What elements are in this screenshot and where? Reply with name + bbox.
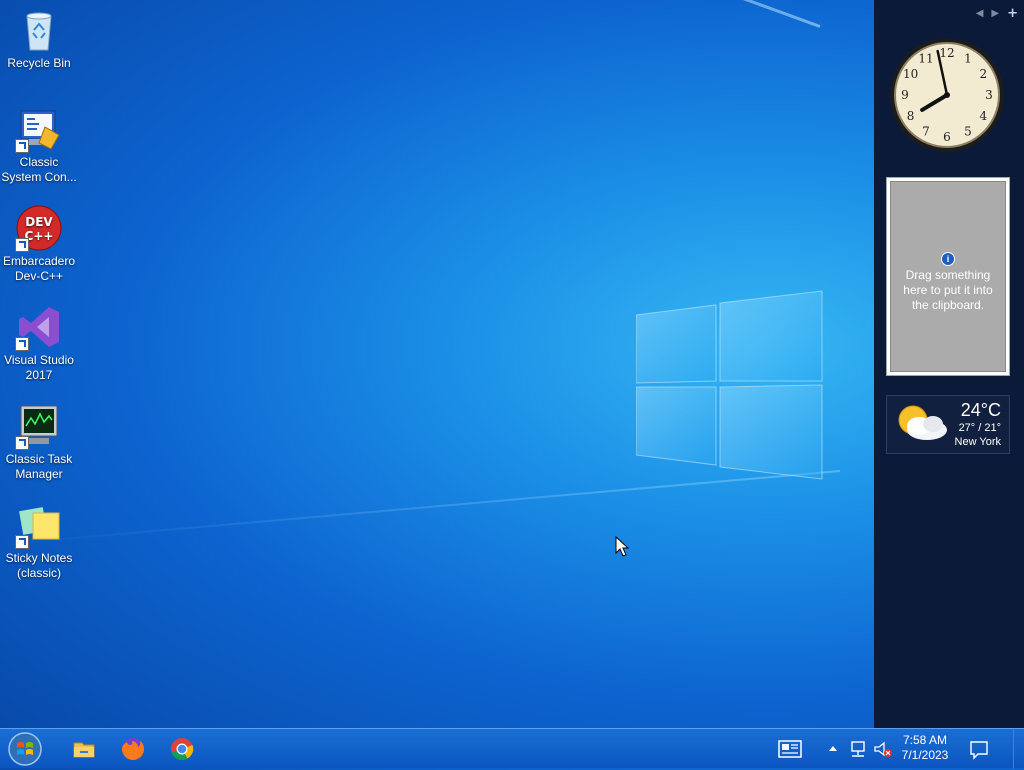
show-desktop-button[interactable] [1013, 729, 1024, 769]
desktop-icon-label: Recycle Bin [7, 56, 71, 70]
clock-numeral: 8 [907, 109, 915, 123]
news-icon[interactable] [776, 737, 804, 761]
clock-numeral: 6 [943, 130, 951, 144]
chrome-icon[interactable] [166, 733, 198, 765]
shortcut-arrow-icon [15, 535, 29, 549]
task-manager-icon [15, 402, 63, 450]
clock-numeral: 9 [901, 88, 909, 102]
clock-gadget[interactable]: 1 2 3 4 5 6 7 8 9 10 11 12 [888, 36, 1006, 154]
desktop-icon-label: Visual Studio 2017 [4, 353, 74, 382]
sidebar-add-gadget-button[interactable]: + [1007, 6, 1018, 21]
weather-temperature: 24°C [960, 400, 1001, 420]
desktop-icon-devcpp[interactable]: DEV C++ Embarcadero Dev-C++ [0, 198, 78, 284]
clock-numeral: 5 [964, 124, 972, 138]
svg-text:DEV: DEV [25, 215, 53, 229]
clipboard-message: Drag something here to put it into the c… [903, 268, 993, 312]
shortcut-arrow-icon [15, 436, 29, 450]
clock-numeral: 1 [964, 52, 972, 66]
desktop-icon-sticky-notes[interactable]: Sticky Notes (classic) [0, 495, 78, 581]
clock-numeral: 4 [980, 109, 988, 123]
wallpaper-light-beam [3, 470, 841, 546]
show-hidden-icons-icon[interactable] [826, 741, 840, 757]
clock-numeral: 2 [980, 67, 988, 81]
weather-city: New York [954, 436, 1001, 448]
shortcut-arrow-icon [15, 238, 29, 252]
partly-cloudy-icon [891, 400, 951, 448]
sticky-notes-icon [15, 501, 63, 549]
taskbar-clock[interactable]: 7:58 AM 7/1/2023 [896, 733, 954, 763]
action-center-icon[interactable] [968, 738, 990, 760]
recycle-bin-icon [15, 6, 63, 54]
desktop-icon-visual-studio[interactable]: Visual Studio 2017 [0, 297, 78, 383]
clock-numeral: 10 [903, 67, 918, 81]
volume-muted-icon[interactable] [872, 739, 894, 759]
desktop-icon-recycle-bin[interactable]: Recycle Bin [0, 0, 78, 71]
clock-numeral: 7 [922, 124, 930, 138]
desktop-icon-label: Classic System Con... [1, 155, 77, 184]
sidebar-controls: ◀ ▶ + [976, 6, 1018, 21]
file-explorer-icon[interactable] [68, 733, 100, 765]
start-button[interactable] [6, 731, 44, 767]
clock-numeral: 12 [939, 46, 954, 60]
wallpaper-light-beam [30, 0, 821, 28]
sidebar-prev-button[interactable]: ◀ [976, 8, 984, 21]
desktop-icon-label: Classic Task Manager [5, 452, 73, 481]
clipboard-drop-area[interactable]: i Drag something here to put it into the… [890, 181, 1006, 372]
weather-gadget[interactable]: 24°C 27° / 21° New York [886, 395, 1010, 454]
control-panel-icon [15, 105, 63, 153]
info-icon: i [941, 252, 955, 266]
desktop-icon-label: Embarcadero Dev-C++ [2, 254, 76, 283]
windows-logo-wallpaper [635, 289, 824, 481]
clock-numeral: 11 [918, 52, 933, 66]
firefox-icon[interactable] [117, 733, 149, 765]
desktop-icon-task-manager[interactable]: Classic Task Manager [0, 396, 78, 482]
taskbar-time: 7:58 AM [902, 733, 948, 747]
clipboard-gadget[interactable]: i Drag something here to put it into the… [886, 177, 1010, 376]
desktop-icon-classic-system-control[interactable]: Classic System Con... [0, 99, 78, 185]
weather-range: 27° / 21° [958, 422, 1001, 434]
mouse-cursor-icon [615, 535, 630, 558]
shortcut-arrow-icon [15, 139, 29, 153]
desktop-icon-label: Sticky Notes (classic) [5, 551, 73, 580]
visual-studio-icon [15, 303, 63, 351]
clock-numeral: 3 [985, 88, 993, 102]
sidebar-next-button[interactable]: ▶ [991, 8, 999, 21]
taskbar-date: 7/1/2023 [901, 748, 949, 762]
devcpp-icon: DEV C++ [15, 204, 63, 252]
network-icon[interactable] [848, 739, 868, 759]
taskbar: 7:58 AM 7/1/2023 [0, 728, 1024, 769]
shortcut-arrow-icon [15, 337, 29, 351]
